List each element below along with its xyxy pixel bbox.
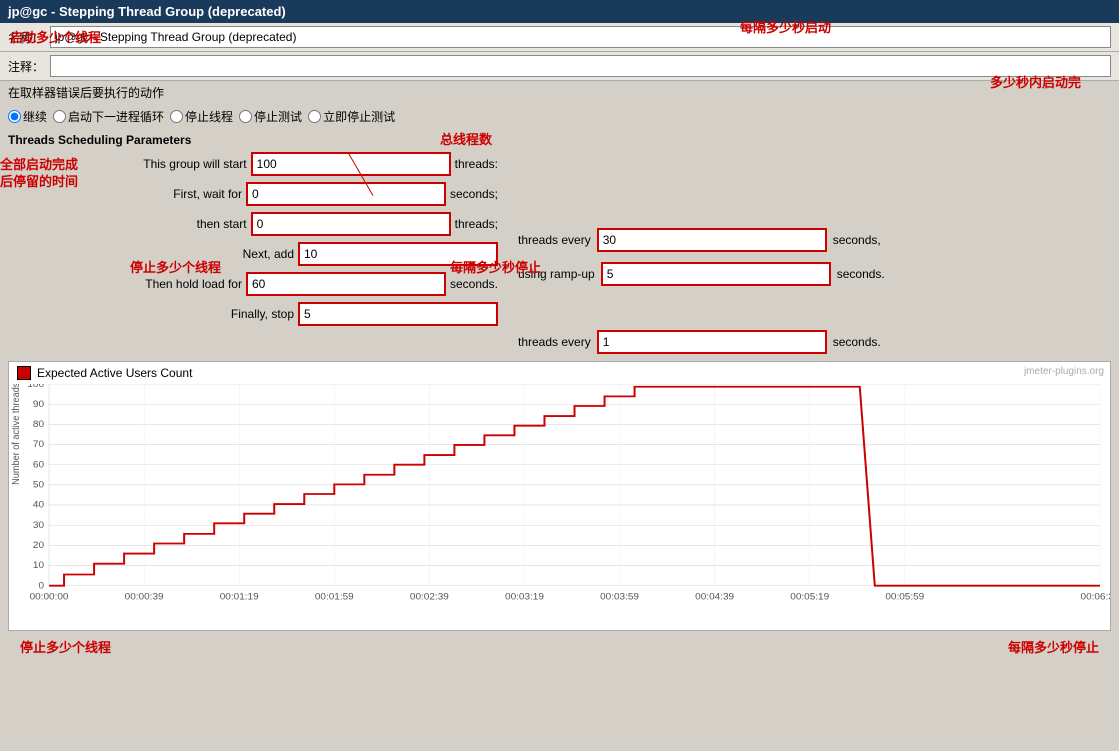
svg-text:40: 40 bbox=[33, 500, 44, 511]
threads-params-label: Threads Scheduling Parameters bbox=[0, 129, 1119, 149]
svg-text:00:04:39: 00:04:39 bbox=[695, 592, 734, 603]
then-start-suffix: threads; bbox=[455, 217, 498, 231]
name-input[interactable] bbox=[50, 26, 1111, 48]
svg-text:00:03:59: 00:03:59 bbox=[600, 592, 639, 603]
start-label: This group will start bbox=[143, 157, 246, 171]
radio-stop-thread[interactable]: 停止线程 bbox=[170, 108, 233, 125]
svg-text:00:05:59: 00:05:59 bbox=[885, 592, 924, 603]
svg-text:90: 90 bbox=[33, 399, 44, 410]
threads-every-suffix: seconds, bbox=[833, 233, 881, 247]
svg-text:00:01:59: 00:01:59 bbox=[315, 592, 354, 603]
wait-input[interactable] bbox=[246, 182, 446, 206]
comment-input[interactable] bbox=[50, 55, 1111, 77]
ramp-up-input[interactable] bbox=[601, 262, 831, 286]
legend-box bbox=[17, 366, 31, 380]
then-start-label: then start bbox=[197, 217, 247, 231]
comment-label: 注释： bbox=[8, 58, 44, 75]
radio-next-loop[interactable]: 启动下一进程循环 bbox=[53, 108, 164, 125]
hold-suffix: seconds. bbox=[450, 277, 498, 291]
radio-stop-test-now[interactable]: 立即停止测试 bbox=[308, 108, 395, 125]
svg-text:00:00:00: 00:00:00 bbox=[30, 592, 69, 603]
svg-text:Number of active threads: Number of active threads bbox=[11, 384, 22, 485]
chart-title: Expected Active Users Count bbox=[37, 366, 192, 380]
comment-row: 注释： bbox=[0, 52, 1119, 81]
svg-text:50: 50 bbox=[33, 480, 44, 491]
window-title: jp@gc - Stepping Thread Group (deprecate… bbox=[8, 4, 286, 19]
stop-threads-input[interactable] bbox=[597, 330, 827, 354]
chart-attribution: jmeter-plugins.org bbox=[1024, 366, 1104, 377]
ramp-up-suffix: seconds. bbox=[837, 267, 885, 281]
threads-every-label: threads every bbox=[518, 233, 591, 247]
wait-label: First, wait for bbox=[173, 187, 242, 201]
annot-stop-how-many: 停止多少个线程 bbox=[20, 637, 111, 656]
svg-text:00:05:19: 00:05:19 bbox=[790, 592, 829, 603]
radio-stop-test[interactable]: 停止测试 bbox=[239, 108, 302, 125]
next-add-label: Next, add bbox=[243, 247, 294, 261]
ramp-up-label: using ramp-up bbox=[518, 267, 595, 281]
svg-text:60: 60 bbox=[33, 460, 44, 471]
svg-text:Elapsed time: Elapsed time bbox=[543, 603, 607, 604]
svg-text:00:02:39: 00:02:39 bbox=[410, 592, 449, 603]
error-action-label: 在取样器错误后要执行的动作 bbox=[8, 86, 164, 100]
title-bar: jp@gc - Stepping Thread Group (deprecate… bbox=[0, 0, 1119, 23]
svg-text:80: 80 bbox=[33, 419, 44, 430]
name-label: 名称： bbox=[8, 29, 44, 46]
chart-svg: 0 10 20 30 40 50 60 70 80 90 100 00:00:0… bbox=[9, 384, 1110, 604]
svg-text:0: 0 bbox=[38, 581, 44, 592]
stop-threads-suffix: seconds. bbox=[833, 335, 881, 349]
error-action-row: 继续 启动下一进程循环 停止线程 停止测试 立即停止测试 bbox=[0, 104, 1119, 129]
wait-suffix: seconds; bbox=[450, 187, 498, 201]
then-start-input[interactable] bbox=[251, 212, 451, 236]
next-add-input[interactable] bbox=[298, 242, 498, 266]
stop-input[interactable] bbox=[298, 302, 498, 326]
stop-label: Finally, stop bbox=[231, 307, 294, 321]
svg-text:10: 10 bbox=[33, 561, 44, 572]
threads-every-input[interactable] bbox=[597, 228, 827, 252]
svg-text:00:00:39: 00:00:39 bbox=[125, 592, 164, 603]
annot-stop-interval: 每隔多少秒停止 bbox=[1008, 637, 1099, 656]
svg-text:00:06:39: 00:06:39 bbox=[1081, 592, 1110, 603]
stop-threads-label: threads every bbox=[518, 335, 591, 349]
svg-text:20: 20 bbox=[33, 540, 44, 551]
chart-area: Expected Active Users Count jmeter-plugi… bbox=[8, 361, 1111, 631]
hold-input[interactable] bbox=[246, 272, 446, 296]
radio-continue[interactable]: 继续 bbox=[8, 108, 47, 125]
svg-text:00:03:19: 00:03:19 bbox=[505, 592, 544, 603]
hold-label: Then hold load for bbox=[145, 277, 242, 291]
bottom-annotations: 停止多少个线程 每隔多少秒停止 bbox=[0, 635, 1119, 658]
start-input[interactable] bbox=[251, 152, 451, 176]
start-suffix: threads: bbox=[455, 157, 498, 171]
svg-text:100: 100 bbox=[27, 384, 44, 390]
svg-text:00:01:19: 00:01:19 bbox=[220, 592, 259, 603]
svg-text:30: 30 bbox=[33, 520, 44, 531]
svg-text:70: 70 bbox=[33, 440, 44, 451]
name-row: 名称： bbox=[0, 23, 1119, 52]
chart-title-row: Expected Active Users Count bbox=[9, 362, 1110, 384]
